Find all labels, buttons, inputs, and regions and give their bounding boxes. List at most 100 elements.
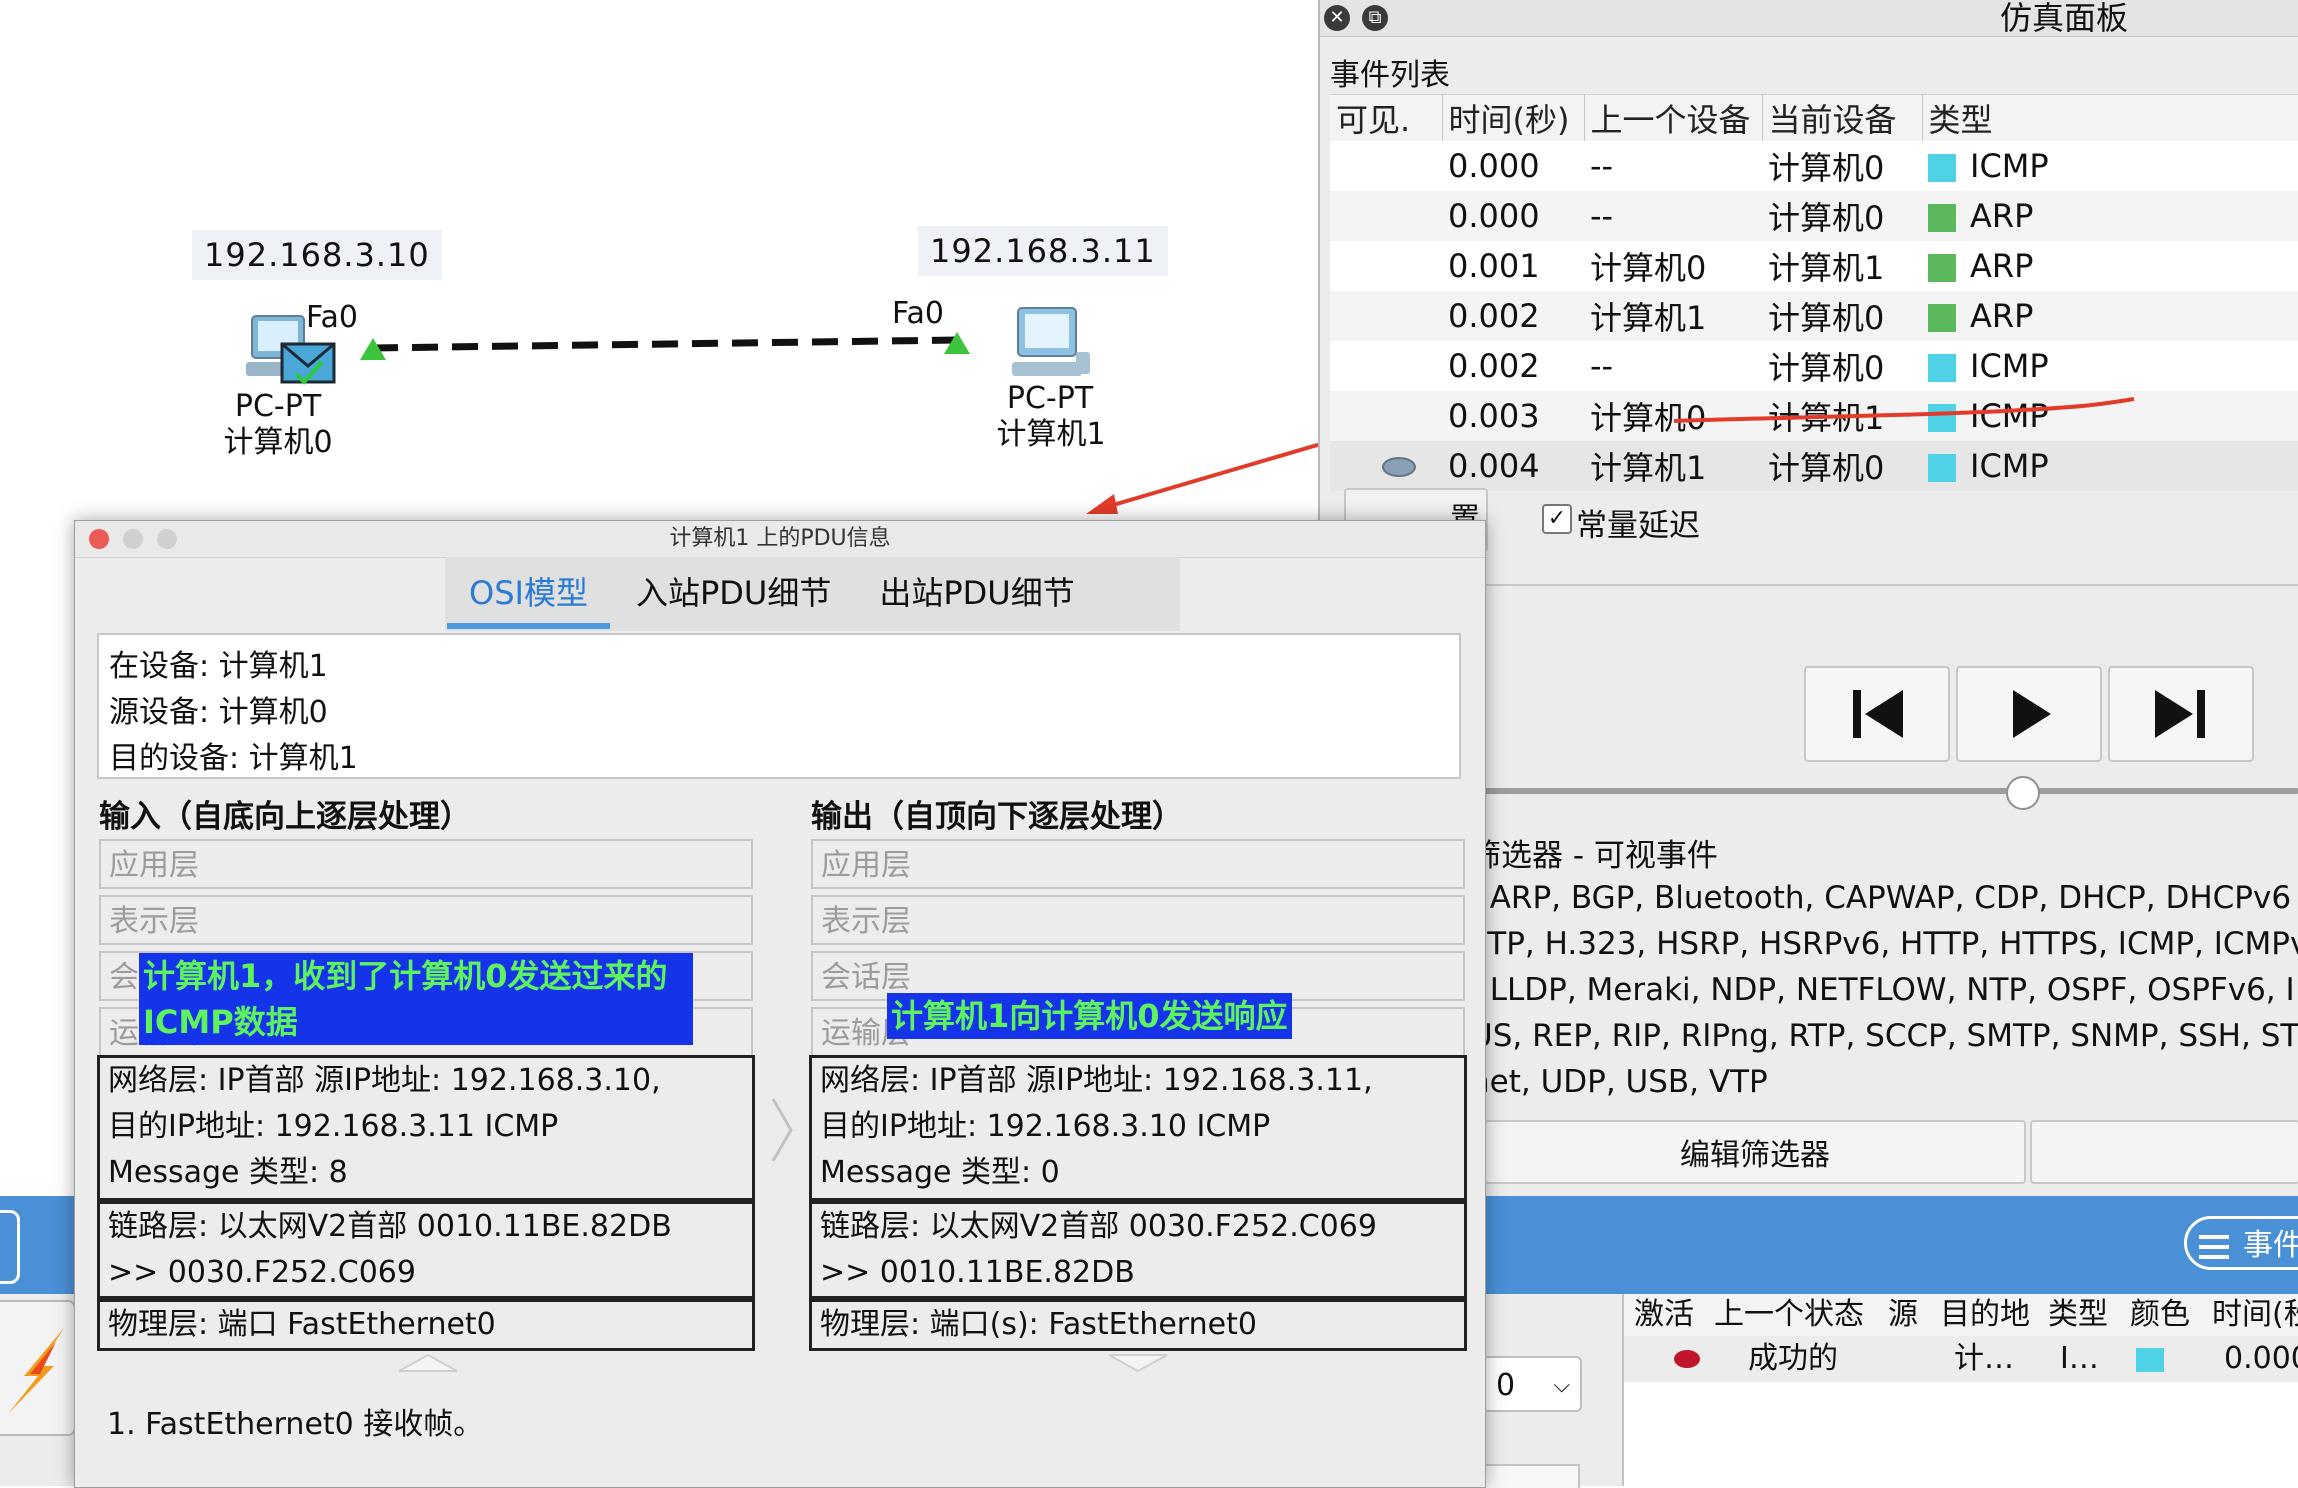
event-last-device: -- xyxy=(1584,191,1762,241)
annotation-arrow-head xyxy=(1086,494,1118,514)
col-last-device[interactable]: 上一个设备 xyxy=(1584,95,1763,141)
tab-inbound-pdu[interactable]: 入站PDU细节 xyxy=(612,557,855,631)
in-network-line: Message 类型: 8 xyxy=(108,1155,348,1190)
play-button[interactable] xyxy=(1956,666,2102,762)
event-row[interactable]: 0.002 -- 计算机0 ICMP xyxy=(1330,341,2298,391)
event-type: ICMP xyxy=(1922,141,2298,191)
event-color-swatch xyxy=(1928,454,1956,482)
pdu-tabs: OSI模型 入站PDU细节 出站PDU细节 xyxy=(445,557,1180,631)
capture-forward-button[interactable] xyxy=(2108,666,2254,762)
back-button[interactable] xyxy=(1804,666,1950,762)
event-visible-cell xyxy=(1330,391,1442,441)
in-link-line: >> 0030.F252.C069 xyxy=(108,1255,416,1290)
event-at-device: 计算机0 xyxy=(1762,291,1922,341)
pc0-port-label: Fa0 xyxy=(306,300,358,335)
simple-pdu-button[interactable] xyxy=(0,1300,76,1436)
annotation-underline xyxy=(1673,397,2135,423)
in-physical-layer[interactable]: 物理层: 端口 FastEthernet0 xyxy=(97,1299,755,1351)
col-at-device[interactable]: 当前设备 xyxy=(1762,95,1923,141)
in-presentation-layer[interactable]: 表示层 xyxy=(99,895,753,945)
pdu-list-header: 激活 上一个状态 源 目的地 类型 颜色 时间(秒 xyxy=(1624,1294,2298,1336)
tab-osi-model[interactable]: OSI模型 xyxy=(445,557,612,631)
col-type[interactable]: 类型 xyxy=(1922,95,2298,141)
out-network-layer[interactable]: 网络层: IP首部 源IP地址: 192.168.3.11, 目的IP地址: 1… xyxy=(809,1055,1467,1201)
col-source[interactable]: 源 xyxy=(1888,1294,1918,1336)
new-scenario-button[interactable] xyxy=(1482,1464,1580,1488)
out-application-layer[interactable]: 应用层 xyxy=(811,839,1465,889)
pdu-list: 激活 上一个状态 源 目的地 类型 颜色 时间(秒 成功的 计… I… 0.00… xyxy=(1622,1294,2298,1486)
out-layers-heading: 输出（自顶向下逐层处理） xyxy=(811,799,1183,835)
event-row[interactable]: 0.004 计算机1 计算机0 ICMP xyxy=(1330,441,2298,491)
event-type: ICMP xyxy=(1922,341,2298,391)
show-all-none-button[interactable] xyxy=(2030,1120,2298,1184)
filter-protocol-line[interactable]: , LLDP, Meraki, NDP, NETFLOW, NTP, OSPF,… xyxy=(1470,972,2298,1008)
pc1-device[interactable] xyxy=(1006,304,1096,382)
event-at-device: 计算机0 xyxy=(1762,441,1922,491)
chevron-down-icon[interactable] xyxy=(1105,1351,1171,1373)
filter-protocol-line[interactable]: FTP, H.323, HSRP, HSRPv6, HTTP, HTTPS, I… xyxy=(1470,926,2298,962)
restore-icon[interactable]: ⧉ xyxy=(1362,5,1388,31)
event-visible-cell xyxy=(1330,191,1442,241)
pc-icon xyxy=(1012,307,1090,376)
event-visible-cell xyxy=(1330,241,1442,291)
in-application-layer[interactable]: 应用层 xyxy=(99,839,753,889)
out-network-line: 网络层: IP首部 源IP地址: 192.168.3.11, xyxy=(820,1063,1373,1098)
constant-delay-label: 常量延迟 xyxy=(1576,508,1700,544)
col-visible[interactable]: 可见. xyxy=(1330,95,1443,141)
event-visible-cell xyxy=(1330,291,1442,341)
realtime-tab-button[interactable] xyxy=(0,1210,20,1284)
event-type-label: ICMP xyxy=(1970,347,2049,385)
pc1-name-label: 计算机1 xyxy=(996,417,1106,452)
col-active[interactable]: 激活 xyxy=(1634,1294,1694,1336)
filter-protocol-line[interactable]: , ARP, BGP, Bluetooth, CAPWAP, CDP, DHCP… xyxy=(1470,880,2298,916)
chevron-down-icon: ⌵ xyxy=(1553,1373,1570,1398)
close-icon[interactable]: ✕ xyxy=(1324,5,1350,31)
pdu-list-row[interactable]: 成功的 计… I… 0.000 xyxy=(1624,1336,2298,1382)
play-speed-track[interactable] xyxy=(1480,788,2298,794)
event-row[interactable]: 0.000 -- 计算机0 ARP xyxy=(1330,191,2298,241)
event-row[interactable]: 0.002 计算机1 计算机0 ARP xyxy=(1330,291,2298,341)
annotation-outbound: 计算机1向计算机0发送响应 xyxy=(887,993,1292,1039)
pdu-window-title: 计算机1 上的PDU信息 xyxy=(669,526,891,551)
device-info-box: 在设备: 计算机1 源设备: 计算机0 目的设备: 计算机1 xyxy=(97,633,1461,779)
col-type[interactable]: 类型 xyxy=(2048,1294,2108,1336)
layer-note: 1. FastEthernet0 接收帧。 xyxy=(107,1407,484,1442)
col-color[interactable]: 颜色 xyxy=(2130,1294,2190,1336)
in-link-line: 链路层: 以太网V2首部 0010.11BE.82DB xyxy=(108,1209,672,1244)
play-speed-slider-thumb[interactable] xyxy=(2006,776,2040,810)
in-network-line: 网络层: IP首部 源IP地址: 192.168.3.10, xyxy=(108,1063,661,1098)
list-icon xyxy=(2199,1235,2229,1259)
event-color-swatch xyxy=(1928,304,1956,332)
event-type: ARP xyxy=(1922,191,2298,241)
out-link-line: 链路层: 以太网V2首部 0030.F252.C069 xyxy=(820,1209,1377,1244)
edit-filters-button[interactable]: 编辑筛选器 xyxy=(1484,1120,2026,1184)
event-row[interactable]: 0.001 计算机0 计算机1 ARP xyxy=(1330,241,2298,291)
tab-outbound-pdu[interactable]: 出站PDU细节 xyxy=(855,557,1098,631)
event-row[interactable]: 0.000 -- 计算机0 ICMP xyxy=(1330,141,2298,191)
in-link-layer[interactable]: 链路层: 以太网V2首部 0010.11BE.82DB >> 0030.F252… xyxy=(97,1201,755,1299)
filter-protocol-line[interactable]: net, UDP, USB, VTP xyxy=(1470,1064,2298,1100)
in-network-layer[interactable]: 网络层: IP首部 源IP地址: 192.168.3.10, 目的IP地址: 1… xyxy=(97,1055,755,1201)
col-time[interactable]: 时间(秒 xyxy=(2212,1294,2298,1336)
event-time: 0.002 xyxy=(1442,291,1584,341)
out-link-layer[interactable]: 链路层: 以太网V2首部 0030.F252.C069 >> 0010.11BE… xyxy=(809,1201,1467,1299)
col-time[interactable]: 时间(秒) xyxy=(1442,95,1585,141)
pdu-type: I… xyxy=(2060,1341,2099,1376)
chevron-up-icon[interactable] xyxy=(395,1351,461,1373)
col-last-status[interactable]: 上一个状态 xyxy=(1714,1294,1864,1336)
event-list-toggle-button[interactable]: 事件列 xyxy=(2184,1216,2298,1270)
event-color-swatch xyxy=(1928,254,1956,282)
constant-delay-checkbox[interactable]: ✓ xyxy=(1542,504,1572,534)
annotation-arrow-line xyxy=(1095,442,1318,512)
event-visible-cell xyxy=(1330,341,1442,391)
event-last-device: 计算机0 xyxy=(1584,241,1762,291)
out-physical-layer[interactable]: 物理层: 端口(s): FastEthernet0 xyxy=(809,1299,1467,1351)
out-presentation-layer[interactable]: 表示层 xyxy=(811,895,1465,945)
col-destination[interactable]: 目的地 xyxy=(1940,1294,2030,1336)
pdu-color-swatch xyxy=(2136,1348,2164,1372)
event-type: ICMP xyxy=(1922,441,2298,491)
filter-protocol-line[interactable]: US, REP, RIP, RIPng, RTP, SCCP, SMTP, SN… xyxy=(1470,1018,2298,1054)
scenario-select[interactable]: 0 ⌵ xyxy=(1482,1356,1582,1412)
in-layers-heading: 输入（自底向上逐层处理） xyxy=(99,799,471,835)
event-time: 0.003 xyxy=(1442,391,1584,441)
